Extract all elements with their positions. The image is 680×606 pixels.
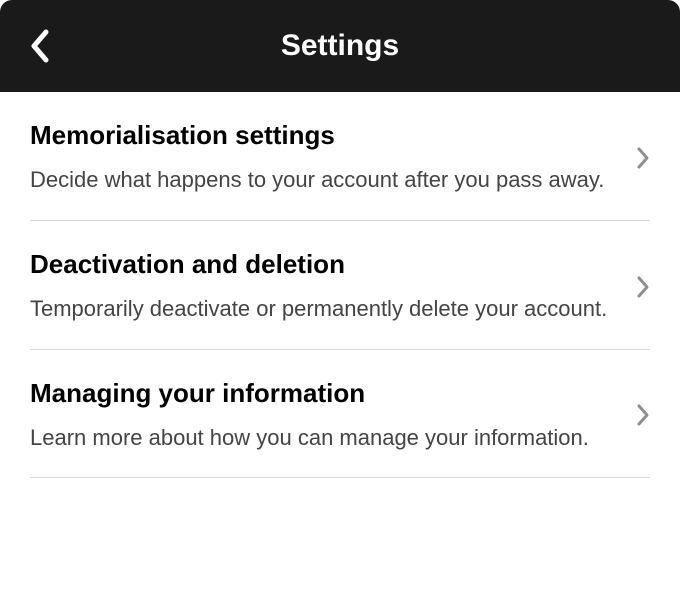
settings-item-managing-information[interactable]: Managing your information Learn more abo… (30, 350, 650, 479)
chevron-right-icon (636, 146, 650, 170)
list-item-subtitle: Learn more about how you can manage your… (30, 423, 620, 454)
list-item-text: Memorialisation settings Decide what hap… (30, 120, 636, 196)
list-item-title: Memorialisation settings (30, 120, 620, 151)
page-title: Settings (281, 29, 399, 63)
settings-item-memorialisation[interactable]: Memorialisation settings Decide what hap… (30, 92, 650, 221)
back-button[interactable] (28, 28, 50, 64)
header-bar: Settings (0, 0, 680, 92)
chevron-left-icon (28, 28, 50, 64)
chevron-right-icon (636, 403, 650, 427)
list-item-subtitle: Temporarily deactivate or permanently de… (30, 294, 620, 325)
list-item-title: Deactivation and deletion (30, 249, 620, 280)
list-item-subtitle: Decide what happens to your account afte… (30, 165, 620, 196)
list-item-text: Managing your information Learn more abo… (30, 378, 636, 454)
chevron-right-icon (636, 275, 650, 299)
list-item-title: Managing your information (30, 378, 620, 409)
settings-item-deactivation[interactable]: Deactivation and deletion Temporarily de… (30, 221, 650, 350)
list-item-text: Deactivation and deletion Temporarily de… (30, 249, 636, 325)
settings-list: Memorialisation settings Decide what hap… (0, 92, 680, 478)
